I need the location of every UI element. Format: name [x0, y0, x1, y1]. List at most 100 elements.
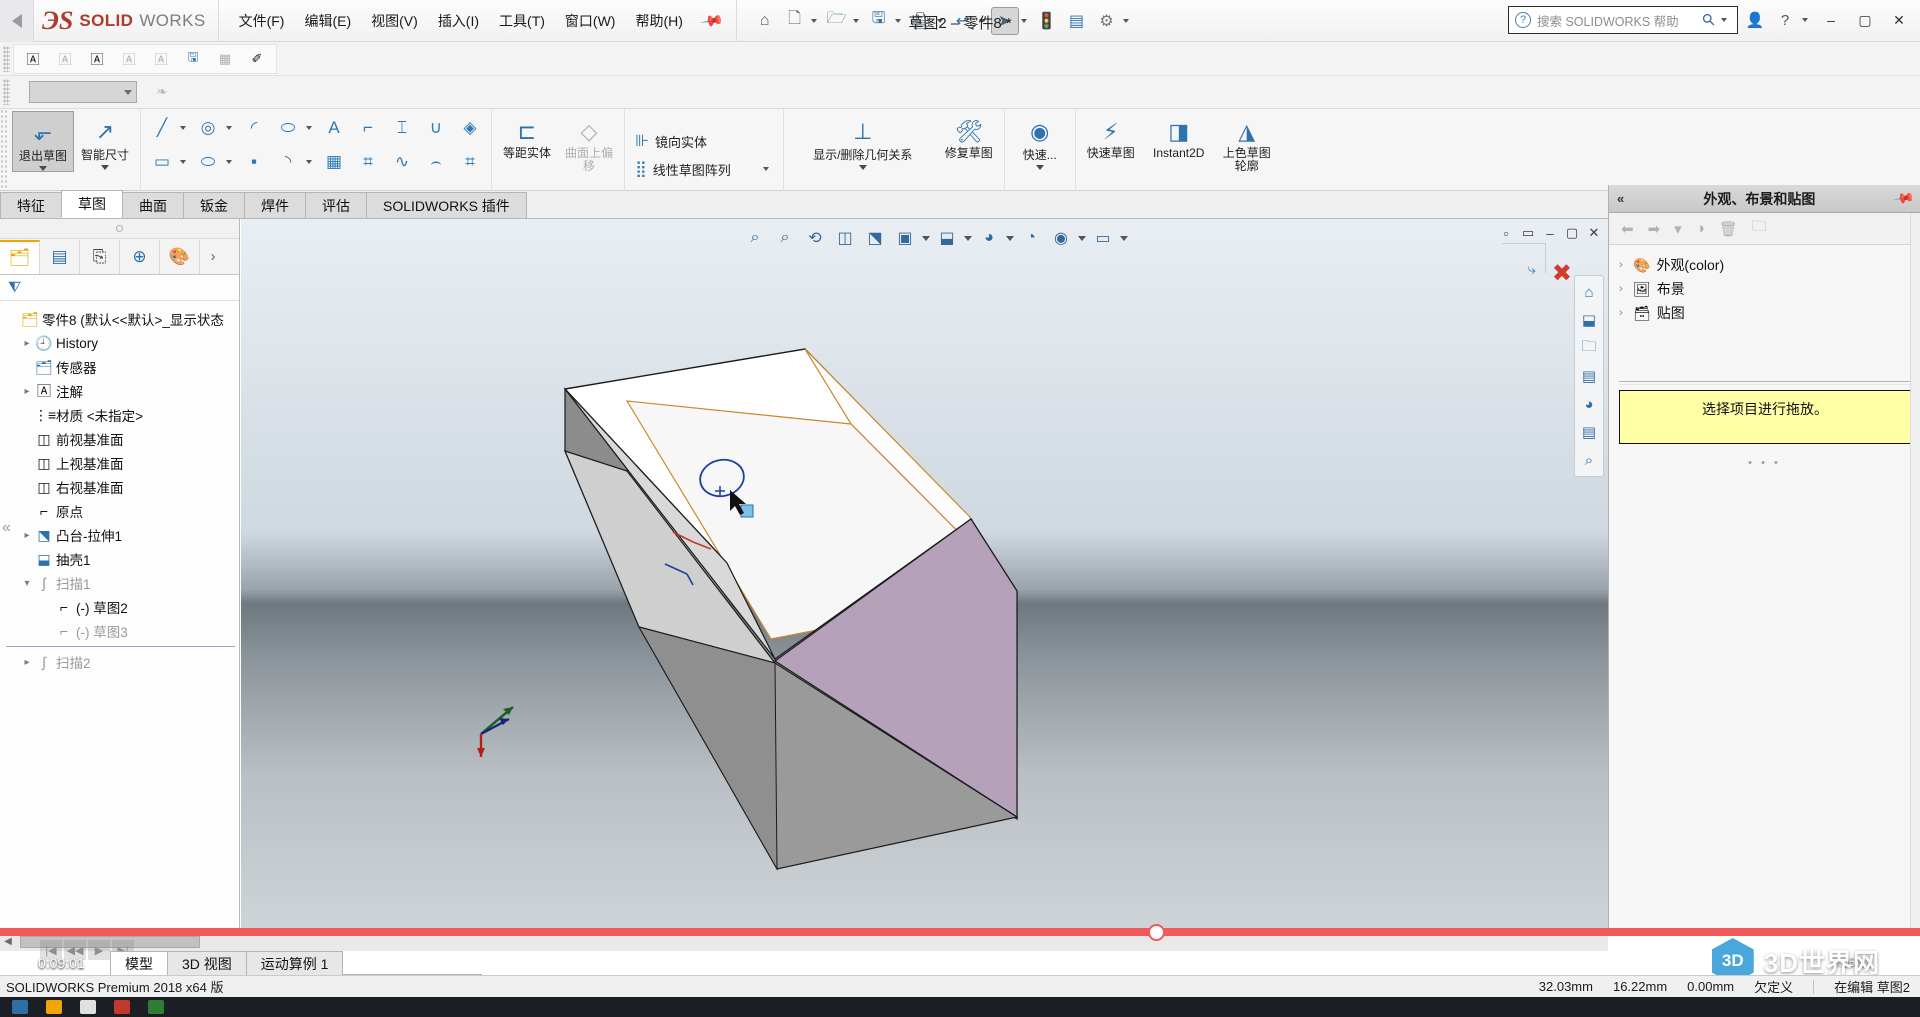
minimize-button[interactable]: –: [1816, 7, 1846, 33]
smart-dimension-dropdown-icon[interactable]: [101, 165, 109, 170]
settings-dropdown-icon[interactable]: [1122, 18, 1129, 23]
taskbar-item-5[interactable]: [148, 1000, 164, 1014]
tree-node-history[interactable]: ▸ 🕘 History: [6, 331, 235, 355]
tree-node-front-plane[interactable]: ◫ 前视基准面: [6, 427, 235, 451]
user-account-icon[interactable]: 👤: [1742, 7, 1768, 33]
new-document-icon[interactable]: 🗋: [781, 7, 809, 35]
video-progress-knob[interactable]: [1148, 924, 1165, 941]
search-dropdown-icon[interactable]: [1721, 18, 1727, 22]
menu-item-help[interactable]: 帮助(H): [625, 7, 692, 35]
search-icon[interactable]: ⌕: [1577, 447, 1601, 473]
rapid-sketch-button[interactable]: ⚡ 快速草图: [1080, 111, 1142, 160]
repair-sketch-button[interactable]: 🛠 修复草图: [938, 111, 1000, 160]
extend-icon[interactable]: ⌗: [453, 146, 487, 178]
scene-sphere-icon[interactable]: ◕: [1577, 391, 1601, 417]
taskbar-item-3[interactable]: [80, 1000, 96, 1014]
feature-filter-row[interactable]: ⧨: [0, 275, 239, 301]
graphics-area[interactable]: ⌕ ⌕ ⟲ ◫ ⬔ ▣ ⬓ ◕ ◔ ◉ ▭ ▫ ▭ – ▢ ✕ ⤷ ✖ ⌂ ⬓ …: [241, 219, 1608, 931]
collapse-tree-icon[interactable]: «: [2, 519, 11, 537]
ellipse-dropdown-icon[interactable]: [305, 112, 317, 144]
spline-a-icon[interactable]: A: [317, 112, 351, 144]
menu-item-view[interactable]: 视图(V): [361, 7, 428, 35]
circle-dropdown-icon[interactable]: [225, 112, 237, 144]
toolbar-grip[interactable]: [3, 45, 10, 72]
dimxpert-tab[interactable]: ⊕: [120, 239, 160, 274]
tree-node-part[interactable]: 🗂 零件8 (默认<<默认>_显示状态: [6, 307, 235, 331]
doc-tab-3dviews[interactable]: 3D 视图: [167, 951, 247, 975]
tree-node-sensors[interactable]: 🗂 传感器: [6, 355, 235, 379]
polygon-icon[interactable]: ◈: [453, 112, 487, 144]
rectangle-dropdown-icon[interactable]: [179, 146, 191, 178]
style-combo-box[interactable]: [29, 81, 137, 103]
expander-icon[interactable]: ▸: [20, 386, 34, 397]
tree-node-sketch2[interactable]: ⌐ (-) 草图2: [6, 595, 235, 619]
tree-node-origin[interactable]: ⌐ 原点: [6, 499, 235, 523]
taskbar-item-2[interactable]: [46, 1000, 62, 1014]
save-annotation-icon[interactable]: 🖫: [178, 45, 208, 73]
pushpin-icon[interactable]: 📌: [1891, 187, 1915, 211]
expander-icon[interactable]: ▸: [20, 338, 34, 349]
centerline-icon[interactable]: ⌐: [351, 112, 385, 144]
delete-icon[interactable]: 🗑: [1719, 220, 1738, 238]
style-toolbar-grip[interactable]: [3, 79, 10, 105]
configuration-manager-tab[interactable]: ⎘: [80, 239, 120, 274]
menu-item-tools[interactable]: 工具(T): [489, 7, 555, 35]
tab-features[interactable]: 特征: [0, 192, 62, 218]
new-note-icon[interactable]: 🄰: [18, 45, 48, 73]
trim-icon[interactable]: ⌢: [419, 146, 453, 178]
rectangle-icon[interactable]: ▭: [145, 146, 179, 178]
open-folder-icon[interactable]: 🗀: [1577, 335, 1601, 361]
tree-node-right-plane[interactable]: ◫ 右视基准面: [6, 475, 235, 499]
magnifier-icon[interactable]: ⚲: [1698, 9, 1720, 31]
play-icon[interactable]: ▶: [88, 940, 110, 960]
tree-node-decals[interactable]: › 🗃 贴图: [1615, 301, 1914, 325]
construction-geometry-icon[interactable]: ⌗: [351, 146, 385, 178]
parabola-icon[interactable]: ∪: [419, 112, 453, 144]
tree-node-shell1[interactable]: ⬓ 抽壳1: [6, 547, 235, 571]
smart-dimension-button[interactable]: ↗ 智能尺寸: [74, 111, 136, 170]
spline-icon[interactable]: ∿: [385, 146, 419, 178]
tree-node-material[interactable]: ⋮≡ 材质 <未指定>: [6, 403, 235, 427]
double-chevron-left-icon[interactable]: «: [1617, 191, 1624, 206]
taskbar-item-1[interactable]: [12, 1000, 28, 1014]
point-icon[interactable]: ▪: [237, 146, 271, 178]
appearance-icon[interactable]: ◑: [1696, 220, 1705, 237]
model-3d-view[interactable]: [241, 219, 1608, 931]
exit-sketch-dropdown-icon[interactable]: [39, 166, 47, 171]
slot-dropdown-icon[interactable]: [225, 146, 237, 178]
quick-snaps-button[interactable]: ◉ 快速...: [1009, 111, 1071, 170]
expander-icon[interactable]: ›: [1615, 259, 1627, 271]
tab-sheet-metal[interactable]: 钣金: [183, 192, 245, 218]
pane-splitter[interactable]: [0, 219, 239, 239]
tree-node-annotations[interactable]: ▸ 🄰 注解: [6, 379, 235, 403]
text-icon[interactable]: ⌶: [385, 112, 419, 144]
ribbon-grip[interactable]: [0, 109, 8, 190]
annotation-tools-icon[interactable]: ✐: [242, 45, 272, 73]
linear-sketch-pattern-button[interactable]: ⣿ 线性草图阵列: [629, 155, 779, 183]
quick-snaps-dropdown-icon[interactable]: [1035, 165, 1044, 170]
ellipse-icon[interactable]: ⬭: [271, 112, 305, 144]
help-dropdown-icon[interactable]: [1802, 18, 1808, 22]
tab-surfaces[interactable]: 曲面: [122, 192, 184, 218]
layers-icon[interactable]: ❧: [147, 78, 177, 106]
menu-item-window[interactable]: 窗口(W): [555, 7, 626, 35]
question-mark-icon[interactable]: ?: [1772, 7, 1798, 33]
property-manager-tab[interactable]: ▤: [40, 239, 80, 274]
menu-item-edit[interactable]: 编辑(E): [294, 7, 361, 35]
select-dropdown-icon[interactable]: [1020, 18, 1027, 23]
close-button[interactable]: ✕: [1884, 7, 1914, 33]
tree-node-sketch3[interactable]: ⌐ (-) 草图3: [6, 619, 235, 643]
dropdown-icon[interactable]: ▾: [1674, 220, 1682, 238]
offset-entities-button[interactable]: ⊏ 等距实体: [496, 111, 558, 160]
open-document-dropdown-icon[interactable]: [852, 18, 859, 23]
maximize-button[interactable]: ▢: [1850, 7, 1880, 33]
chevron-right-icon[interactable]: ›: [200, 248, 226, 265]
feature-tree-tab[interactable]: 🗂: [0, 239, 40, 274]
print-icon[interactable]: 🖨: [907, 7, 935, 35]
scroll-left-arrow-icon[interactable]: ◀: [0, 936, 16, 947]
tab-sketch[interactable]: 草图: [61, 190, 123, 218]
undo-dropdown-icon[interactable]: [978, 18, 985, 23]
expander-icon[interactable]: ›: [1615, 307, 1627, 319]
expander-icon[interactable]: ▸: [20, 530, 34, 541]
line-icon[interactable]: ╱: [145, 112, 179, 144]
